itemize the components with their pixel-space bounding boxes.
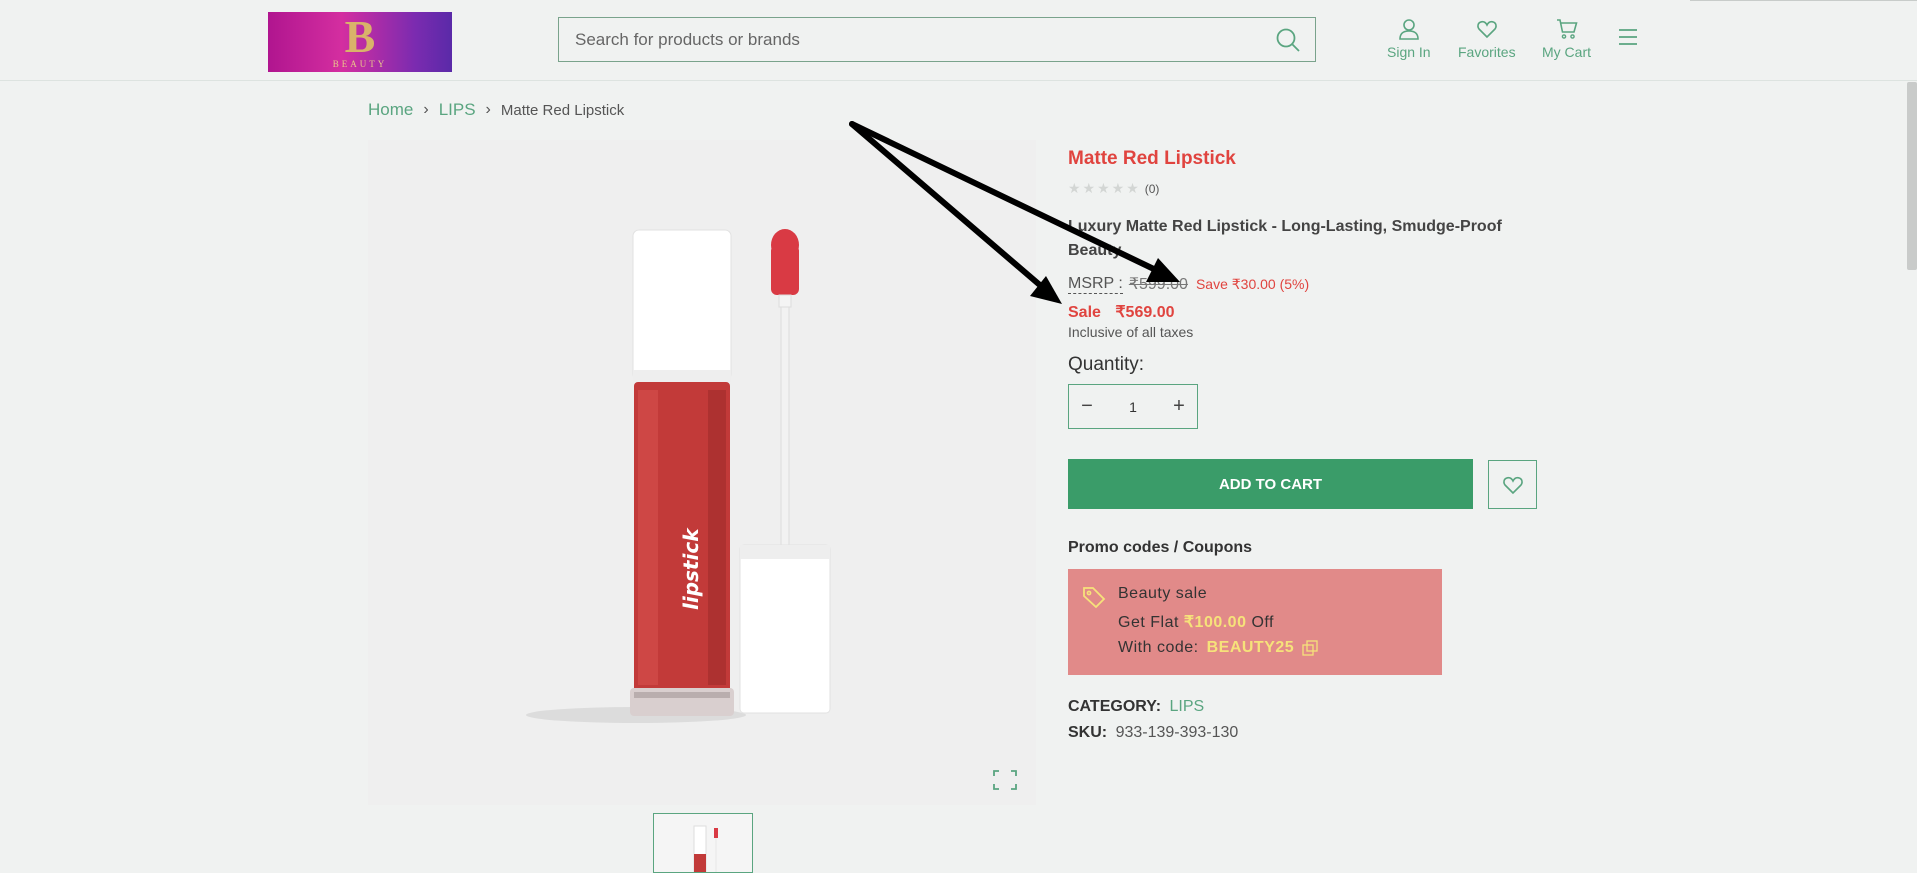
sku-row: SKU: 933-139-393-130 [1068, 724, 1238, 742]
category-label: CATEGORY: [1068, 698, 1162, 715]
user-icon [1398, 19, 1419, 40]
promo-flat-suffix: Off [1251, 614, 1274, 631]
star-icons: ★★★★★ [1068, 180, 1141, 196]
heart-icon [1476, 20, 1497, 39]
cart-icon [1556, 19, 1578, 39]
add-to-favorites-button[interactable] [1488, 460, 1537, 509]
promo-section-title: Promo codes / Coupons [1068, 539, 1253, 556]
logo-text: BEAUTY [332, 59, 388, 69]
sign-in-link[interactable]: Sign In [1387, 18, 1431, 60]
sale-row: Sale ₹569.00 [1068, 302, 1175, 322]
cart-link[interactable]: My Cart [1542, 18, 1591, 60]
favorites-label: Favorites [1458, 44, 1516, 60]
chevron-right-icon: › [485, 101, 491, 118]
decrement-button[interactable]: − [1069, 385, 1105, 428]
tube-label: lipstick [679, 527, 703, 610]
promo-code-row: With code: BEAUTY25 [1118, 639, 1318, 657]
heart-icon [1502, 476, 1523, 494]
menu-icon[interactable] [1618, 28, 1638, 46]
copy-icon[interactable] [1302, 640, 1318, 656]
sku-label: SKU: [1068, 724, 1108, 741]
promo-amount: ₹100.00 [1183, 614, 1247, 631]
product-thumbnail[interactable] [653, 813, 753, 873]
search-input[interactable] [571, 18, 1259, 61]
logo-letter: B [344, 11, 376, 62]
sale-price: ₹569.00 [1115, 304, 1175, 321]
promo-offer: Get Flat ₹100.00 Off [1118, 612, 1274, 632]
expand-icon[interactable] [993, 770, 1017, 790]
promo-flat-prefix: Get Flat [1118, 614, 1179, 631]
lipstick-image: lipstick [526, 229, 831, 723]
msrp-label: MSRP : [1068, 274, 1123, 294]
cart-label: My Cart [1542, 44, 1591, 60]
top-edge-divider [1690, 0, 1917, 1]
promo-code[interactable]: BEAUTY25 [1207, 639, 1295, 657]
sku-value: 933-139-393-130 [1115, 724, 1239, 741]
sign-in-label: Sign In [1387, 44, 1431, 60]
favorites-link[interactable]: Favorites [1458, 18, 1516, 60]
tag-icon [1083, 587, 1106, 609]
category-link[interactable]: LIPS [1169, 698, 1204, 715]
add-to-cart-button[interactable]: ADD TO CART [1068, 459, 1473, 509]
breadcrumb-home[interactable]: Home [368, 100, 413, 120]
chevron-right-icon: › [423, 101, 429, 118]
product-description: Luxury Matte Red Lipstick - Long-Lasting… [1068, 218, 1502, 259]
page-scrollbar[interactable] [1907, 82, 1917, 270]
msrp-row: MSRP : ₹599.00 Save ₹30.00 (5%) [1068, 274, 1309, 294]
sale-label: Sale [1068, 304, 1101, 321]
product-image[interactable]: lipstick [368, 140, 1036, 805]
quantity-stepper: − 1 + [1068, 384, 1198, 429]
breadcrumb: Home › LIPS › Matte Red Lipstick [368, 100, 624, 120]
save-badge: Save ₹30.00 (5%) [1195, 275, 1310, 292]
breadcrumb-current: Matte Red Lipstick [500, 101, 625, 119]
quantity-label: Quantity: [1068, 354, 1145, 375]
breadcrumb-category[interactable]: LIPS [439, 100, 476, 120]
tax-note: Inclusive of all taxes [1068, 324, 1194, 340]
promo-code-label: With code: [1118, 639, 1199, 656]
msrp-value: ₹599.00 [1128, 276, 1188, 293]
promo-card: Beauty sale Get Flat ₹100.00 Off With co… [1068, 569, 1442, 675]
search-bar [558, 17, 1316, 62]
search-icon[interactable] [1275, 27, 1301, 53]
quantity-value[interactable]: 1 [1129, 399, 1137, 415]
rating-stars[interactable]: ★★★★★ (0) [1068, 180, 1159, 197]
promo-name: Beauty sale [1118, 585, 1208, 602]
category-row: CATEGORY: LIPS [1068, 698, 1204, 716]
increment-button[interactable]: + [1161, 385, 1197, 428]
review-count: (0) [1144, 181, 1160, 196]
site-header: B BEAUTY Sign In Favorites My Cart [0, 0, 1917, 81]
brand-logo[interactable]: B BEAUTY [268, 12, 452, 72]
product-title: Matte Red Lipstick [1068, 148, 1236, 169]
